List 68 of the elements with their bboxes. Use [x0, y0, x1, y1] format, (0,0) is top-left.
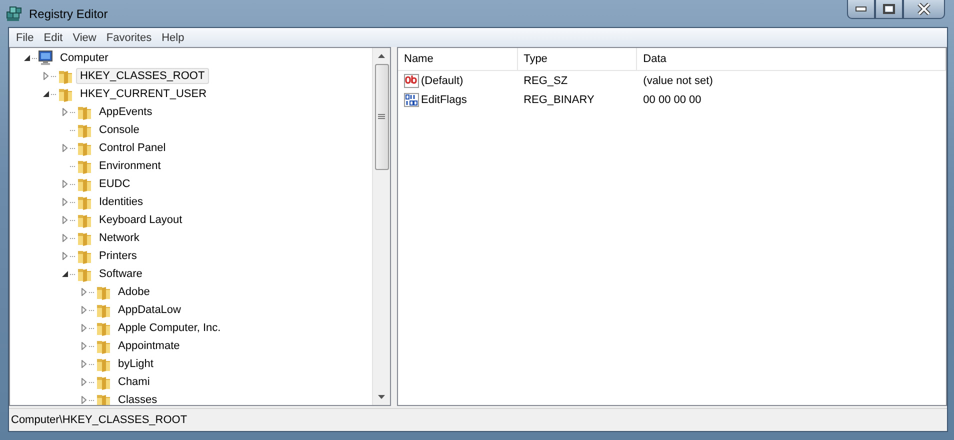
menu-item[interactable]: File: [11, 32, 39, 44]
tree-item[interactable]: HKEY_CLASSES_ROOT: [76, 68, 209, 84]
tree-item[interactable]: byLight: [114, 356, 158, 372]
tree-item[interactable]: Chami: [114, 374, 154, 390]
computer-icon: [38, 50, 54, 66]
scroll-down-icon[interactable]: [378, 395, 385, 399]
menu-item[interactable]: Favorites: [101, 32, 157, 44]
close-button[interactable]: [903, 0, 945, 19]
value-name[interactable]: EditFlags: [421, 94, 467, 106]
column-header[interactable]: Name: [398, 48, 518, 70]
tree-item[interactable]: Identities: [95, 194, 148, 210]
value-type: REG_SZ: [522, 74, 569, 86]
maximize-button[interactable]: [875, 0, 903, 19]
value-type: REG_BINARY: [522, 94, 596, 106]
tree-item[interactable]: Environment: [95, 158, 165, 174]
expand-icon[interactable]: [80, 306, 88, 314]
collapse-icon[interactable]: [23, 54, 31, 62]
tree-item[interactable]: AppEvents: [95, 104, 156, 120]
tree-item[interactable]: Software: [95, 266, 146, 282]
minimize-icon: [855, 6, 867, 12]
collapse-icon[interactable]: [42, 90, 50, 98]
menu-item[interactable]: View: [68, 32, 102, 44]
expand-icon[interactable]: [61, 108, 69, 116]
expand-icon[interactable]: [61, 198, 69, 206]
scrollbar[interactable]: [372, 48, 390, 405]
expand-icon[interactable]: [80, 396, 88, 404]
tree-item[interactable]: Appointmate: [114, 338, 184, 354]
expand-icon[interactable]: [42, 72, 50, 80]
expand-icon[interactable]: [61, 252, 69, 260]
cubes-icon: [6, 5, 23, 22]
tree-item[interactable]: Keyboard Layout: [95, 212, 186, 228]
tree-item[interactable]: Classes: [114, 392, 162, 405]
expand-icon[interactable]: [61, 234, 69, 242]
expand-icon[interactable]: [80, 342, 88, 350]
tree-item[interactable]: Computer: [56, 50, 112, 66]
minimize-button[interactable]: [847, 0, 875, 19]
status-path: Computer\HKEY_CLASSES_ROOT: [11, 414, 188, 426]
close-icon: [917, 3, 931, 15]
tree-item[interactable]: Printers: [95, 248, 141, 264]
value-data: (value not set): [642, 74, 714, 86]
expand-icon[interactable]: [80, 378, 88, 386]
maximize-icon: [883, 4, 895, 14]
string-value-icon: [404, 72, 419, 88]
tree-item[interactable]: Control Panel: [95, 140, 170, 156]
expand-icon[interactable]: [80, 360, 88, 368]
menu-item[interactable]: Edit: [38, 32, 68, 44]
scroll-up-icon[interactable]: [378, 54, 385, 58]
tree-item[interactable]: Apple Computer, Inc.: [114, 320, 225, 336]
column-header[interactable]: Data: [637, 48, 946, 70]
expand-icon[interactable]: [80, 288, 88, 296]
tree-item[interactable]: AppDataLow: [114, 302, 185, 318]
expand-icon[interactable]: [61, 216, 69, 224]
expand-icon[interactable]: [61, 180, 69, 188]
expand-icon[interactable]: [61, 144, 69, 152]
tree-item[interactable]: Console: [95, 122, 144, 138]
menu-item[interactable]: Help: [156, 32, 190, 44]
value-name[interactable]: (Default): [421, 74, 464, 86]
column-header[interactable]: Type: [518, 48, 638, 70]
collapse-icon[interactable]: [61, 270, 69, 278]
tree-item[interactable]: EUDC: [95, 176, 134, 192]
value-data: 00 00 00 00: [642, 94, 702, 106]
tree-item[interactable]: Network: [95, 230, 144, 246]
expand-icon[interactable]: [80, 324, 88, 332]
binary-value-icon: [404, 92, 419, 108]
tree-item[interactable]: Adobe: [114, 284, 154, 300]
scroll-thumb[interactable]: [374, 64, 388, 170]
tree-item[interactable]: HKEY_CURRENT_USER: [76, 86, 211, 102]
window-title: Registry Editor: [29, 6, 108, 20]
